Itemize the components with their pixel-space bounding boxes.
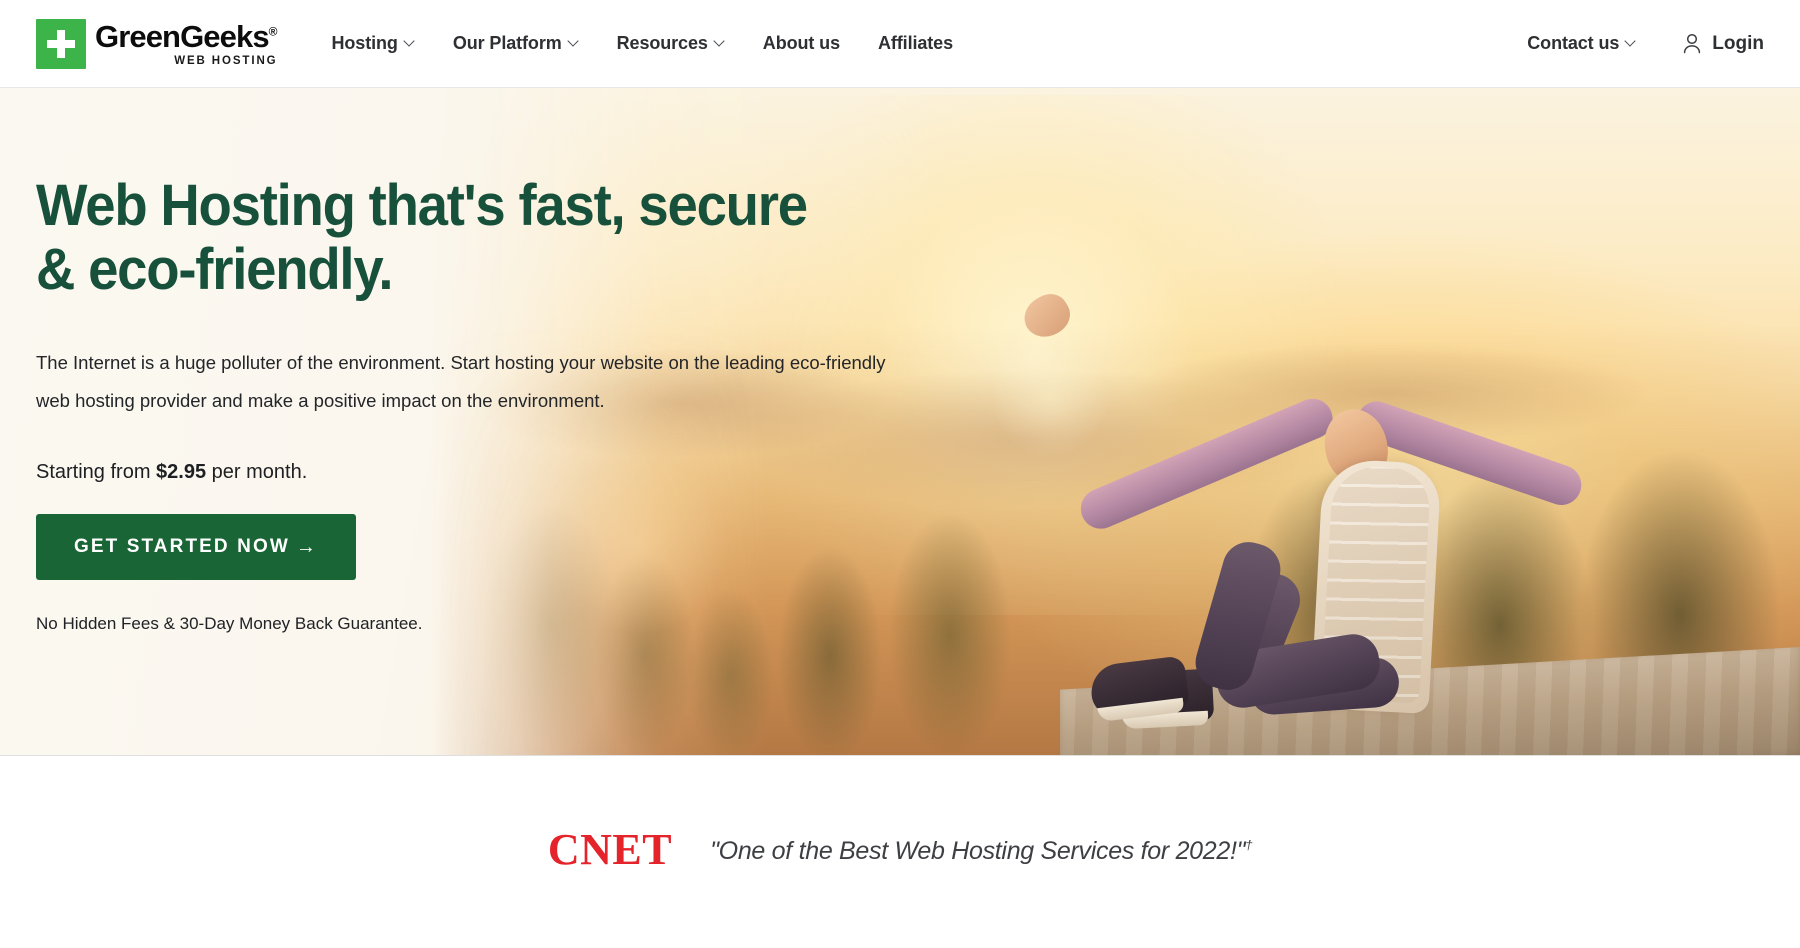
hero-section: Web Hosting that's fast, secure & eco-fr… xyxy=(0,88,1800,756)
guarantee-note: No Hidden Fees & 30-Day Money Back Guara… xyxy=(36,614,423,634)
press-quote-bar: CNET "One of the Best Web Hosting Servic… xyxy=(0,756,1800,947)
login-button[interactable]: Login xyxy=(1682,33,1764,55)
nav-label: Hosting xyxy=(331,33,398,53)
hero-copy: Web Hosting that's fast, secure & eco-fr… xyxy=(0,88,900,634)
registered-mark: ® xyxy=(268,24,278,39)
nav-item-hosting[interactable]: Hosting xyxy=(332,33,415,54)
brand-name: GreenGeeks® xyxy=(95,19,278,55)
brand-tagline: WEB HOSTING xyxy=(174,55,278,68)
nav-item-about-us[interactable]: About us xyxy=(763,33,840,54)
left-arm xyxy=(1074,392,1339,535)
nav-item-resources[interactable]: Resources xyxy=(617,33,725,54)
brand-logo[interactable]: GreenGeeks® WEB HOSTING xyxy=(36,18,278,69)
footnote-marker: † xyxy=(1245,837,1253,853)
woman-figure xyxy=(965,251,1587,726)
nav-label: Resources xyxy=(616,33,708,53)
nav-label: Affiliates xyxy=(877,33,954,53)
header-utility-nav: Contact us Login xyxy=(1527,33,1764,55)
left-hand xyxy=(1017,287,1077,345)
hero-price-line: Starting from $2.95 per month. xyxy=(36,461,900,484)
hero-subtitle: The Internet is a huge polluter of the e… xyxy=(36,351,886,411)
nav-label: About us xyxy=(762,33,840,53)
price-prefix: Starting from xyxy=(36,461,157,484)
page-title: Web Hosting that's fast, secure & eco-fr… xyxy=(36,173,808,302)
chevron-down-icon xyxy=(715,37,725,47)
press-quote-text: "One of the Best Web Hosting Services fo… xyxy=(710,837,1252,866)
nav-label: Contact us xyxy=(1527,33,1620,53)
near-shoe xyxy=(1088,655,1190,719)
price-value: $2.95 xyxy=(156,461,207,484)
nav-label: Our Platform xyxy=(452,33,562,53)
site-header: GreenGeeks® WEB HOSTING Hosting Our Plat… xyxy=(0,0,1800,88)
nav-item-contact-us[interactable]: Contact us xyxy=(1527,33,1636,54)
green-plus-logo-icon xyxy=(36,18,86,69)
chevron-down-icon xyxy=(1626,37,1636,47)
nav-item-affiliates[interactable]: Affiliates xyxy=(878,33,953,54)
brand-wordmark: GreenGeeks® WEB HOSTING xyxy=(95,19,278,68)
login-label: Login xyxy=(1712,32,1764,54)
get-started-button[interactable]: GET STARTED NOW → xyxy=(36,514,356,581)
page-root: GreenGeeks® WEB HOSTING Hosting Our Plat… xyxy=(0,0,1800,948)
chevron-down-icon xyxy=(405,37,415,47)
cnet-logo: CNET xyxy=(547,824,673,874)
user-icon xyxy=(1684,33,1701,54)
arrow-right-icon: → xyxy=(295,536,318,559)
nav-item-our-platform[interactable]: Our Platform xyxy=(453,33,579,54)
chevron-down-icon xyxy=(569,37,579,47)
price-suffix: per month. xyxy=(206,461,308,484)
cta-label: GET STARTED NOW xyxy=(74,536,290,558)
primary-nav: Hosting Our Platform Resources About us … xyxy=(332,33,954,54)
quote-body: "One of the Best Web Hosting Services fo… xyxy=(710,837,1246,865)
